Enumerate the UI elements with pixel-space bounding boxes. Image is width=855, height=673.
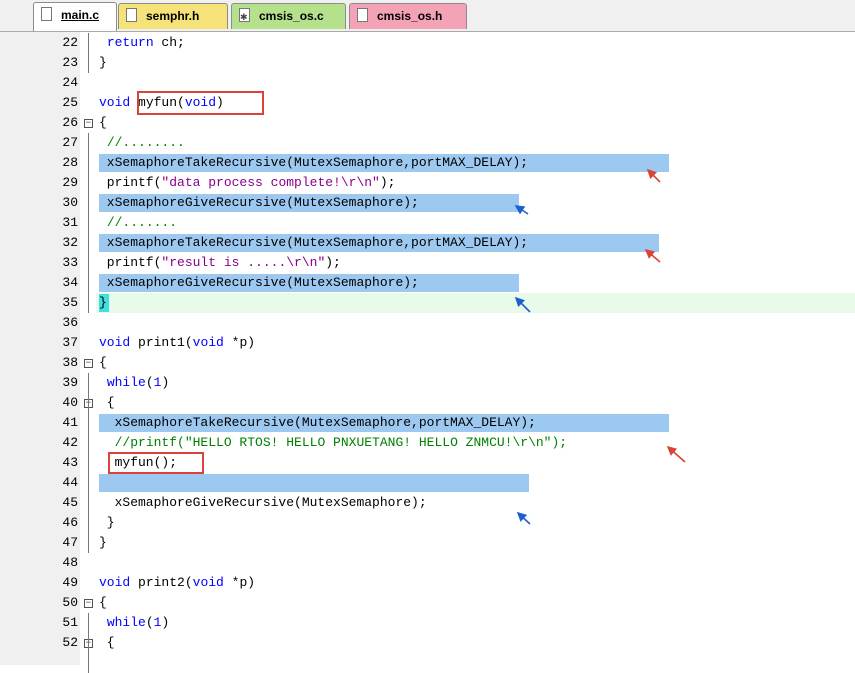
red-arrow-icon xyxy=(646,168,661,183)
code-editor[interactable]: 22 return ch; 23} 24 25 void myfun(void) 26{2… xyxy=(0,32,855,673)
tab-label: cmsis_os.c xyxy=(259,9,324,23)
annotation-arrows xyxy=(514,168,686,525)
tab-label: main.c xyxy=(61,8,100,22)
file-icon xyxy=(41,7,52,21)
file-tab-bar: main.c semphr.h cmsis_os.c cmsis_os.h xyxy=(0,0,855,32)
tab-cmsis-os-c[interactable]: cmsis_os.c xyxy=(231,3,346,29)
tab-label: semphr.h xyxy=(146,9,200,23)
gear-file-icon xyxy=(239,5,250,29)
red-arrow-icon xyxy=(644,248,661,263)
blue-arrow-icon xyxy=(516,511,531,525)
file-icon xyxy=(357,8,368,22)
red-arrow-icon xyxy=(666,445,686,463)
tab-label: cmsis_os.h xyxy=(377,9,443,23)
tab-main-c[interactable]: main.c xyxy=(33,2,117,31)
file-icon xyxy=(126,8,137,22)
blue-arrow-icon xyxy=(514,296,531,313)
tab-cmsis-os-h[interactable]: cmsis_os.h xyxy=(349,3,467,29)
blue-arrow-icon xyxy=(514,205,529,215)
tab-semphr-h[interactable]: semphr.h xyxy=(118,3,228,29)
